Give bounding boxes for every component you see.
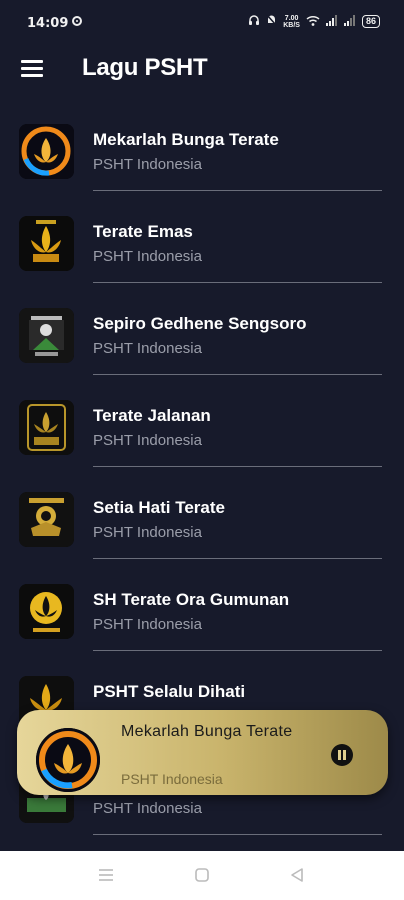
song-title: Mekarlah Bunga Terate xyxy=(93,130,279,149)
divider xyxy=(93,834,382,835)
song-title: PSHT Selalu Dihati xyxy=(93,682,246,701)
page-title: Lagu PSHT xyxy=(82,54,208,81)
mute-bell-icon xyxy=(266,14,277,29)
now-playing-bar[interactable]: Mekarlah Bunga Terate PSHT Indonesia xyxy=(17,710,388,795)
song-item[interactable]: Sepiro Gedhene Sengsoro PSHT Indonesia xyxy=(0,292,404,384)
song-artist: PSHT Indonesia xyxy=(93,340,202,357)
song-item[interactable]: Terate Emas PSHT Indonesia xyxy=(0,200,404,292)
song-title: Setia Hati Terate xyxy=(93,498,225,517)
hamburger-icon[interactable] xyxy=(21,60,43,78)
wifi-icon xyxy=(306,15,320,29)
pause-icon[interactable] xyxy=(331,744,353,766)
song-artwork xyxy=(19,400,74,455)
divider xyxy=(93,282,382,283)
network-speed-unit: KB/S xyxy=(283,21,300,29)
divider xyxy=(93,650,382,651)
song-artist: PSHT Indonesia xyxy=(93,800,202,817)
signal-icon xyxy=(325,14,338,29)
divider xyxy=(93,558,382,559)
song-item[interactable]: Terate Jalanan PSHT Indonesia xyxy=(0,384,404,476)
song-title: Sepiro Gedhene Sengsoro xyxy=(93,314,307,333)
signal-icon-2 xyxy=(343,14,356,29)
song-artwork xyxy=(19,124,74,179)
divider xyxy=(93,374,382,375)
headphones-icon xyxy=(248,14,260,29)
song-artist: PSHT Indonesia xyxy=(93,248,202,265)
battery-icon: 86 xyxy=(361,15,380,28)
status-bar: 14:09 7.00 KB/S 86 xyxy=(0,0,404,46)
now-playing-artwork xyxy=(36,728,100,792)
screen-record-icon xyxy=(72,16,82,26)
song-item[interactable]: Mekarlah Bunga Terate PSHT Indonesia xyxy=(0,108,404,200)
song-title: Terate Emas xyxy=(93,222,193,241)
network-speed: 7.00 KB/S xyxy=(283,15,300,29)
system-nav-bar xyxy=(0,851,404,900)
status-time: 14:09 xyxy=(27,16,69,31)
divider xyxy=(93,466,382,467)
song-item[interactable]: SH Terate Ora Gumunan PSHT Indonesia xyxy=(0,568,404,660)
song-title: Terate Jalanan xyxy=(93,406,211,425)
recents-icon[interactable] xyxy=(97,867,115,888)
song-artwork xyxy=(19,492,74,547)
now-playing-title: Mekarlah Bunga Terate xyxy=(121,723,293,740)
song-title: SH Terate Ora Gumunan xyxy=(93,590,290,609)
divider xyxy=(93,190,382,191)
app-bar: Lagu PSHT xyxy=(0,46,404,92)
song-artist: PSHT Indonesia xyxy=(93,432,202,449)
song-artist: PSHT Indonesia xyxy=(93,616,202,633)
song-artwork xyxy=(19,308,74,363)
home-icon[interactable] xyxy=(194,867,210,888)
song-artwork xyxy=(19,216,74,271)
network-speed-value: 7.00 xyxy=(284,14,299,22)
song-item[interactable]: Setia Hati Terate PSHT Indonesia xyxy=(0,476,404,568)
back-icon[interactable] xyxy=(289,867,305,888)
song-artist: PSHT Indonesia xyxy=(93,524,202,541)
now-playing-artist: PSHT Indonesia xyxy=(121,771,223,787)
song-artist: PSHT Indonesia xyxy=(93,156,202,173)
status-icons: 7.00 KB/S 86 xyxy=(248,14,380,29)
song-artwork xyxy=(19,584,74,639)
